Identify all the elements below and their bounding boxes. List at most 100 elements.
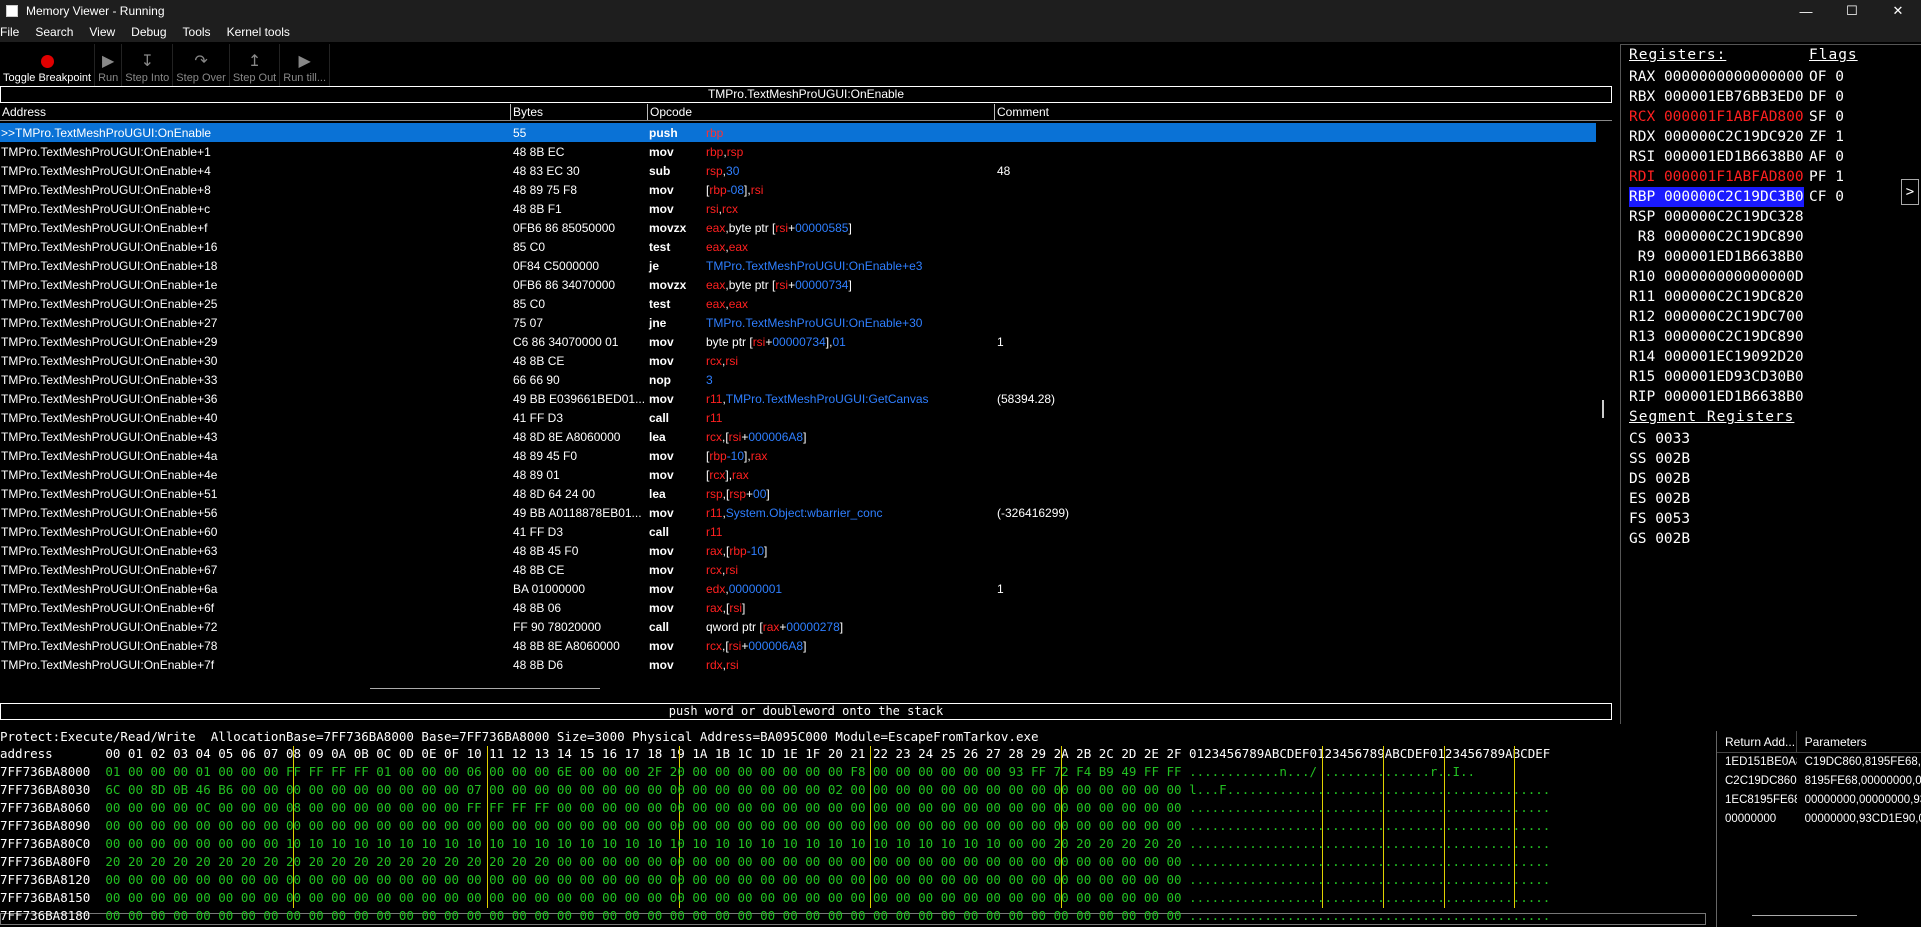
hex-bytes[interactable]: 01 00 00 00 01 00 00 00 FF FF FF FF 01 0… bbox=[105, 764, 1181, 779]
stack-row[interactable]: 00000000 00000000,93CD1E90,0( bbox=[1717, 810, 1921, 829]
run-button[interactable]: ▶ Run bbox=[95, 44, 123, 86]
instruction-row[interactable]: TMPro.TextMeshProUGUI:OnEnable+43 48 8D 8… bbox=[0, 427, 1596, 446]
flag-row[interactable]: DF 0 bbox=[1809, 87, 1844, 107]
run-till-button[interactable]: ▶ Run till... bbox=[280, 44, 331, 86]
hex-ascii[interactable]: l...F...................................… bbox=[1189, 782, 1550, 797]
column-opcode[interactable]: Opcode bbox=[648, 104, 995, 120]
register-row[interactable]: RSI 000001ED1B6638B0 bbox=[1629, 147, 1804, 167]
menu-kernel-tools[interactable]: Kernel tools bbox=[219, 25, 298, 39]
hex-row[interactable]: 7FF736BA8180 00 00 00 00 00 00 00 00 00 … bbox=[0, 907, 1550, 925]
register-row[interactable]: RAX 0000000000000000 bbox=[1629, 67, 1804, 87]
instruction-row[interactable]: TMPro.TextMeshProUGUI:OnEnable+c 48 8B F1… bbox=[0, 199, 1596, 218]
instruction-row[interactable]: TMPro.TextMeshProUGUI:OnEnable+60 41 FF D… bbox=[0, 522, 1596, 541]
register-row[interactable]: R8 000000C2C19DC890 bbox=[1629, 227, 1804, 247]
hex-ascii[interactable]: ........................................… bbox=[1189, 836, 1550, 851]
hex-ascii[interactable]: ........................................… bbox=[1189, 908, 1550, 923]
expand-registers-button[interactable]: > bbox=[1901, 179, 1919, 205]
segment-register-row[interactable]: FS 0053 bbox=[1629, 509, 1690, 529]
register-row[interactable]: R15 000001ED93CD30B0 bbox=[1629, 367, 1804, 387]
register-row[interactable]: RDX 000000C2C19DC920 bbox=[1629, 127, 1804, 147]
instruction-row[interactable]: TMPro.TextMeshProUGUI:OnEnable+18 0F84 C5… bbox=[0, 256, 1596, 275]
hex-ascii[interactable]: ........................................… bbox=[1189, 800, 1550, 815]
column-return-address[interactable]: Return Add... bbox=[1717, 731, 1797, 752]
instruction-row[interactable]: TMPro.TextMeshProUGUI:OnEnable+1 48 8B EC… bbox=[0, 142, 1596, 161]
instruction-row[interactable]: TMPro.TextMeshProUGUI:OnEnable+4e 48 89 0… bbox=[0, 465, 1596, 484]
instruction-row[interactable]: TMPro.TextMeshProUGUI:OnEnable+f 0FB6 86 … bbox=[0, 218, 1596, 237]
instruction-row[interactable]: TMPro.TextMeshProUGUI:OnEnable+67 48 8B C… bbox=[0, 560, 1596, 579]
close-icon[interactable]: ✕ bbox=[1875, 0, 1921, 22]
segment-register-row[interactable]: CS 0033 bbox=[1629, 429, 1690, 449]
instruction-row[interactable]: TMPro.TextMeshProUGUI:OnEnable+16 85 C0 te… bbox=[0, 237, 1596, 256]
toggle-breakpoint-button[interactable]: Toggle Breakpoint bbox=[0, 44, 96, 86]
hex-bytes[interactable]: 6C 00 8D 0B 46 B6 00 00 00 00 00 00 00 0… bbox=[105, 782, 1181, 797]
hex-bytes[interactable]: 20 20 20 20 20 20 20 20 20 20 20 20 20 2… bbox=[105, 854, 1181, 869]
vertical-scrollbar[interactable] bbox=[1602, 400, 1604, 418]
step-into-button[interactable]: ↧ Step Into bbox=[122, 44, 174, 86]
hex-ascii[interactable]: ........................................… bbox=[1189, 818, 1550, 833]
instruction-row[interactable]: TMPro.TextMeshProUGUI:OnEnable+1e 0FB6 86… bbox=[0, 275, 1596, 294]
register-row[interactable]: RBP 000000C2C19DC3B0 bbox=[1629, 187, 1804, 207]
instruction-row[interactable]: TMPro.TextMeshProUGUI:OnEnable+6a BA 0100… bbox=[0, 579, 1596, 598]
hex-row[interactable]: 7FF736BA8150 00 00 00 00 00 00 00 00 00 … bbox=[0, 889, 1550, 907]
segment-register-row[interactable]: ES 002B bbox=[1629, 489, 1690, 509]
instruction-row[interactable]: TMPro.TextMeshProUGUI:OnEnable+56 49 BB A… bbox=[0, 503, 1596, 522]
instruction-row[interactable]: TMPro.TextMeshProUGUI:OnEnable+25 85 C0 te… bbox=[0, 294, 1596, 313]
instruction-row[interactable]: TMPro.TextMeshProUGUI:OnEnable+51 48 8D 6… bbox=[0, 484, 1596, 503]
register-row[interactable]: RIP 000001ED1B6638B0 bbox=[1629, 387, 1804, 407]
menu-tools[interactable]: Tools bbox=[175, 25, 219, 39]
step-out-button[interactable]: ↥ Step Out bbox=[230, 44, 281, 86]
segment-register-row[interactable]: DS 002B bbox=[1629, 469, 1690, 489]
instruction-row[interactable]: TMPro.TextMeshProUGUI:OnEnable+4a 48 89 4… bbox=[0, 446, 1596, 465]
register-row[interactable]: RCX 000001F1ABFAD800 bbox=[1629, 107, 1804, 127]
register-row[interactable]: R10 000000000000000D bbox=[1629, 267, 1804, 287]
segment-register-row[interactable]: GS 002B bbox=[1629, 529, 1690, 549]
hex-row[interactable]: 7FF736BA8120 00 00 00 00 00 00 00 00 00 … bbox=[0, 871, 1550, 889]
menu-view[interactable]: View bbox=[81, 25, 123, 39]
menu-debug[interactable]: Debug bbox=[123, 25, 174, 39]
hex-bytes[interactable]: 00 00 00 00 0C 00 00 00 08 00 00 00 00 0… bbox=[105, 800, 1181, 815]
hex-bytes[interactable]: 00 00 00 00 00 00 00 00 00 00 00 00 00 0… bbox=[105, 908, 1181, 923]
register-row[interactable]: R12 000000C2C19DC700 bbox=[1629, 307, 1804, 327]
horizontal-scrollbar[interactable] bbox=[370, 688, 600, 689]
register-row[interactable]: R9 000001ED1B6638B0 bbox=[1629, 247, 1804, 267]
hex-row[interactable]: 7FF736BA8090 00 00 00 00 00 00 00 00 00 … bbox=[0, 817, 1550, 835]
hex-row[interactable]: 7FF736BA80F0 20 20 20 20 20 20 20 20 20 … bbox=[0, 853, 1550, 871]
stack-row[interactable]: C2C19DC860 8195FE68,00000000,00 bbox=[1717, 772, 1921, 791]
column-parameters[interactable]: Parameters bbox=[1797, 731, 1921, 752]
hex-row[interactable]: 7FF736BA8030 6C 00 8D 0B 46 B6 00 00 00 … bbox=[0, 781, 1550, 799]
instruction-row[interactable]: TMPro.TextMeshProUGUI:OnEnable+40 41 FF D… bbox=[0, 408, 1596, 427]
register-row[interactable]: R14 000001EC19092D20 bbox=[1629, 347, 1804, 367]
instruction-row[interactable]: TMPro.TextMeshProUGUI:OnEnable+63 48 8B 4… bbox=[0, 541, 1596, 560]
column-bytes[interactable]: Bytes bbox=[511, 104, 648, 120]
hex-bytes[interactable]: 00 00 00 00 00 00 00 00 00 00 00 00 00 0… bbox=[105, 872, 1181, 887]
flag-row[interactable]: ZF 1 bbox=[1809, 127, 1844, 147]
column-address[interactable]: Address bbox=[0, 104, 511, 120]
hex-ascii[interactable]: ........................................… bbox=[1189, 890, 1550, 905]
register-row[interactable]: RDI 000001F1ABFAD800 bbox=[1629, 167, 1804, 187]
hex-bytes[interactable]: 00 00 00 00 00 00 00 00 00 00 00 00 00 0… bbox=[105, 818, 1181, 833]
register-row[interactable]: RSP 000000C2C19DC328 bbox=[1629, 207, 1804, 227]
hex-bytes[interactable]: 00 00 00 00 00 00 00 00 10 10 10 10 10 1… bbox=[105, 836, 1181, 851]
flag-row[interactable]: OF 0 bbox=[1809, 67, 1844, 87]
instruction-row[interactable]: TMPro.TextMeshProUGUI:OnEnable+78 48 8B 8… bbox=[0, 636, 1596, 655]
hex-ascii[interactable]: ............n.../ ..............r..I.. bbox=[1189, 764, 1475, 779]
instruction-row[interactable]: TMPro.TextMeshProUGUI:OnEnable+4 48 83 EC… bbox=[0, 161, 1596, 180]
instruction-row[interactable]: TMPro.TextMeshProUGUI:OnEnable+30 48 8B C… bbox=[0, 351, 1596, 370]
stack-scrollbar[interactable] bbox=[1752, 915, 1857, 916]
register-row[interactable]: RBX 000001EB76BB3ED0 bbox=[1629, 87, 1804, 107]
flag-row[interactable]: AF 0 bbox=[1809, 147, 1844, 167]
hex-ascii[interactable]: ........................................… bbox=[1189, 872, 1550, 887]
column-comment[interactable]: Comment bbox=[995, 104, 1612, 120]
instruction-row[interactable]: >>TMPro.TextMeshProUGUI:OnEnable 55 push rb… bbox=[0, 123, 1596, 142]
segment-register-row[interactable]: SS 002B bbox=[1629, 449, 1690, 469]
step-over-button[interactable]: ↷ Step Over bbox=[173, 44, 230, 86]
menu-search[interactable]: Search bbox=[27, 25, 81, 39]
minimize-icon[interactable]: — bbox=[1783, 0, 1829, 22]
register-row[interactable]: R13 000000C2C19DC890 bbox=[1629, 327, 1804, 347]
instruction-row[interactable]: TMPro.TextMeshProUGUI:OnEnable+72 FF 90 7… bbox=[0, 617, 1596, 636]
hex-row[interactable]: 7FF736BA80C0 00 00 00 00 00 00 00 00 10 … bbox=[0, 835, 1550, 853]
flag-row[interactable]: SF 0 bbox=[1809, 107, 1844, 127]
menu-file[interactable]: File bbox=[0, 25, 27, 39]
hex-row[interactable]: 7FF736BA8060 00 00 00 00 0C 00 00 00 08 … bbox=[0, 799, 1550, 817]
instruction-row[interactable]: TMPro.TextMeshProUGUI:OnEnable+7f 48 8B D… bbox=[0, 655, 1596, 674]
